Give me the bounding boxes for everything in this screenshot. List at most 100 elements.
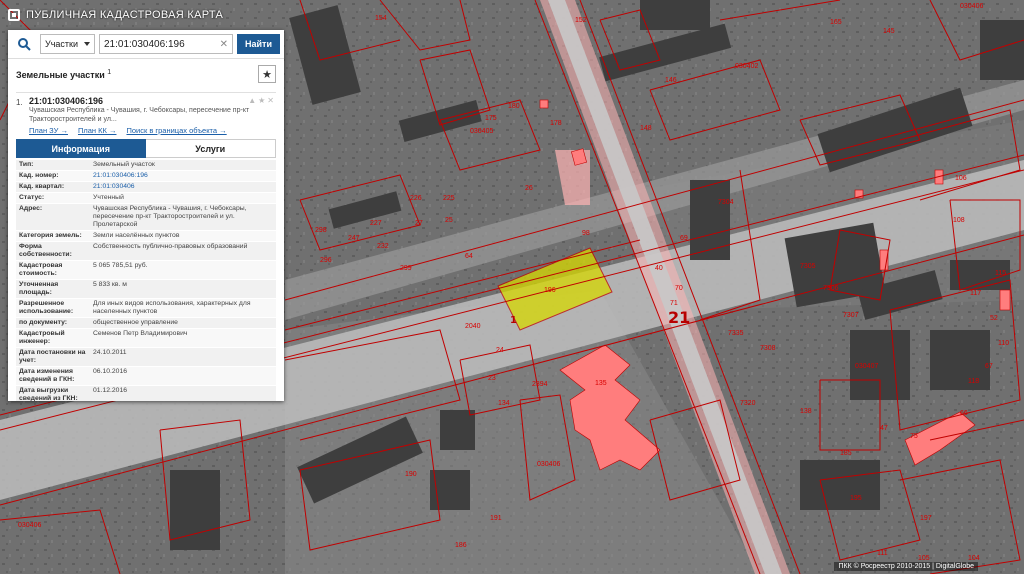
link-plan-kk[interactable]: План КК → bbox=[78, 126, 117, 135]
info-key: Адрес: bbox=[16, 203, 90, 231]
map-label: 7306 bbox=[823, 285, 839, 292]
find-button[interactable]: Найти bbox=[237, 34, 280, 54]
map-label: 030405 bbox=[470, 128, 493, 135]
map-label: 7307 bbox=[843, 312, 859, 319]
info-row: по документу: общественное управление bbox=[16, 317, 276, 329]
map-label: 191 bbox=[490, 515, 502, 522]
map-label: 190 bbox=[405, 471, 417, 478]
tab-services[interactable]: Услуги bbox=[145, 139, 276, 158]
info-value: Семенов Петр Владимирович bbox=[90, 328, 276, 348]
parcel-info-table: Тип: Земельный участок Кад. номер: 21:01:03… bbox=[16, 160, 276, 401]
map-label: 180 bbox=[508, 103, 520, 110]
info-key: Кадастровая стоимость: bbox=[16, 260, 90, 280]
info-value[interactable]: 21:01:030406:196 bbox=[90, 170, 276, 182]
info-row: Уточненная площадь: 5 833 кв. м bbox=[16, 279, 276, 299]
info-key: Форма собственности: bbox=[16, 241, 90, 261]
info-value[interactable]: 21:01:030406 bbox=[90, 181, 276, 193]
parcel-card[interactable]: 1. ▲★✕ 21:01:030406:196 Чувашская Респуб… bbox=[16, 92, 276, 135]
map-label: 195 bbox=[850, 495, 862, 502]
info-key: Статус: bbox=[16, 192, 90, 204]
map-label: 299 bbox=[400, 265, 412, 272]
parcel-number[interactable]: 21:01:030406:196 bbox=[29, 96, 276, 106]
info-value: 24.10.2011 bbox=[90, 347, 276, 367]
clear-icon[interactable]: ✕ bbox=[220, 39, 228, 50]
info-row: Статус: Учтенный bbox=[16, 192, 276, 204]
map-label: 247 bbox=[348, 235, 360, 242]
results-title: Земельные участки 1 bbox=[16, 69, 111, 80]
map-label: 7304 bbox=[718, 199, 734, 206]
search-type-select[interactable]: Участки bbox=[40, 34, 95, 54]
search-icon[interactable] bbox=[12, 37, 36, 51]
link-plan-zu[interactable]: План ЗУ → bbox=[29, 126, 68, 135]
map-label: 66 bbox=[960, 410, 968, 417]
map-label: 134 bbox=[498, 400, 510, 407]
map-label: 70 bbox=[675, 285, 683, 292]
map-label: 71 bbox=[670, 300, 678, 307]
search-type-value: Участки bbox=[45, 39, 78, 49]
info-row: Тип: Земельный участок bbox=[16, 160, 276, 171]
map-label: 115 bbox=[995, 270, 1006, 277]
info-value: Для иных видов использования, характерны… bbox=[90, 298, 276, 318]
info-value: 5 065 785,51 руб. bbox=[90, 260, 276, 280]
map-label: 40 bbox=[655, 265, 663, 272]
search-bar: Участки 21:01:030406:196 ✕ Найти bbox=[8, 30, 284, 59]
map-label: 67 bbox=[985, 363, 993, 370]
parcel-marker: 1 bbox=[510, 315, 517, 326]
map-label: 110 bbox=[998, 340, 1009, 347]
map-label: 196 bbox=[544, 287, 556, 294]
map-label: 106 bbox=[955, 175, 967, 182]
search-query: 21:01:030406:196 bbox=[104, 38, 185, 50]
logo-icon bbox=[8, 9, 20, 21]
info-key: Дата выгрузки сведений из ГКН: bbox=[16, 385, 90, 401]
tab-info[interactable]: Информация bbox=[16, 139, 146, 158]
map-label: 296 bbox=[320, 257, 332, 264]
map-label: 197 bbox=[920, 515, 932, 522]
map-label: 104 bbox=[968, 555, 980, 562]
map-label: 138 bbox=[800, 408, 812, 415]
search-input[interactable]: 21:01:030406:196 ✕ bbox=[99, 34, 234, 54]
map-label: 145 bbox=[883, 28, 895, 35]
result-index: 1. bbox=[16, 98, 23, 107]
map-label: 175 bbox=[485, 115, 497, 122]
map-label: 226 bbox=[410, 195, 422, 202]
map-label: 225 bbox=[443, 195, 455, 202]
info-key: Кад. квартал: bbox=[16, 181, 90, 193]
map-label: 111 bbox=[877, 550, 888, 557]
map-label: 2040 bbox=[465, 323, 481, 330]
map-label: 25 bbox=[445, 217, 453, 224]
info-row: Разрешенное использование: Для иных видов… bbox=[16, 298, 276, 318]
map-label: 118 bbox=[968, 378, 979, 385]
info-value: общественное управление bbox=[90, 317, 276, 329]
info-key: Дата изменения сведений в ГКН: bbox=[16, 366, 90, 386]
info-key: Кад. номер: bbox=[16, 170, 90, 182]
info-key: Дата постановки на учет: bbox=[16, 347, 90, 367]
results-title-text: Земельные участки bbox=[16, 69, 105, 80]
map-label: 7308 bbox=[760, 345, 776, 352]
card-action-icons[interactable]: ▲★✕ bbox=[248, 96, 276, 105]
app-titlebar: ПУБЛИЧНАЯ КАДАСТРОВАЯ КАРТА bbox=[8, 6, 223, 24]
map-label: 135 bbox=[595, 380, 607, 387]
info-row: Дата выгрузки сведений из ГКН: 01.12.2016 bbox=[16, 385, 276, 401]
map-label: 24 bbox=[496, 347, 504, 354]
favorite-star-icon[interactable]: ★ bbox=[258, 65, 276, 83]
parcel-links: План ЗУ → План КК → Поиск в границах объ… bbox=[29, 126, 276, 135]
info-key: Разрешенное использование: bbox=[16, 298, 90, 318]
info-row: Дата постановки на учет: 24.10.2011 bbox=[16, 347, 276, 367]
map-label: 154 bbox=[375, 15, 387, 22]
map-label: 7305 bbox=[800, 263, 816, 270]
info-value: Собственность публично-правовых образова… bbox=[90, 241, 276, 261]
link-search-bounds[interactable]: Поиск в границах объекта → bbox=[126, 126, 226, 135]
map-label: 64 bbox=[465, 253, 473, 260]
info-row: Адрес: Чувашская Республика - Чувашия, г.… bbox=[16, 203, 276, 231]
map-label: 7335 bbox=[728, 330, 744, 337]
info-value: Чувашская Республика - Чувашия, г. Чебок… bbox=[90, 203, 276, 231]
info-value: 5 833 кв. м bbox=[90, 279, 276, 299]
info-row: Кадастровая стоимость: 5 065 785,51 руб. bbox=[16, 260, 276, 280]
app-title: ПУБЛИЧНАЯ КАДАСТРОВАЯ КАРТА bbox=[26, 9, 224, 21]
map-label: 108 bbox=[953, 217, 965, 224]
map-label: 030406 bbox=[537, 461, 560, 468]
map-label: 69 bbox=[680, 235, 688, 242]
map-copyright: ПКК © Росреестр 2010-2015 | DigitalGlobe bbox=[834, 562, 978, 571]
map-label: 146 bbox=[665, 77, 677, 84]
results-header: Земельные участки 1 ★ bbox=[8, 59, 284, 89]
